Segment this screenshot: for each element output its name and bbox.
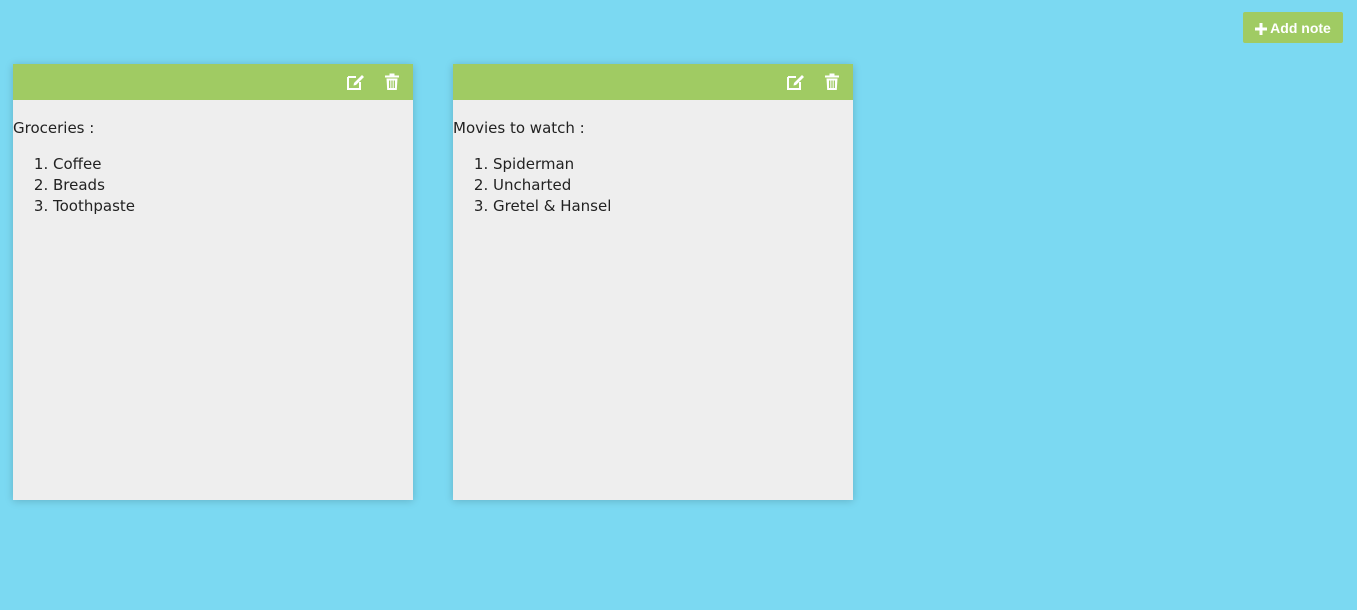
note-header <box>453 64 853 100</box>
add-note-label: Add note <box>1270 19 1331 36</box>
note-list: Spiderman Uncharted Gretel & Hansel <box>453 154 853 217</box>
edit-icon[interactable] <box>786 72 806 92</box>
note-card: Groceries : Coffee Breads Toothpaste <box>13 64 413 500</box>
note-title: Movies to watch : <box>453 119 585 137</box>
add-note-button[interactable]: Add note <box>1243 12 1343 43</box>
note-list: Coffee Breads Toothpaste <box>13 154 413 217</box>
trash-icon[interactable] <box>822 72 842 92</box>
note-body[interactable]: Movies to watch : Spiderman Uncharted Gr… <box>453 100 853 217</box>
note-title: Groceries : <box>13 119 95 137</box>
list-item: Breads <box>53 175 413 196</box>
list-item: Gretel & Hansel <box>493 196 853 217</box>
plus-icon <box>1255 22 1268 35</box>
list-item: Toothpaste <box>53 196 413 217</box>
list-item: Coffee <box>53 154 413 175</box>
list-item: Spiderman <box>493 154 853 175</box>
list-item: Uncharted <box>493 175 853 196</box>
trash-icon[interactable] <box>382 72 402 92</box>
note-header <box>13 64 413 100</box>
note-card: Movies to watch : Spiderman Uncharted Gr… <box>453 64 853 500</box>
note-body[interactable]: Groceries : Coffee Breads Toothpaste <box>13 100 413 217</box>
edit-icon[interactable] <box>346 72 366 92</box>
